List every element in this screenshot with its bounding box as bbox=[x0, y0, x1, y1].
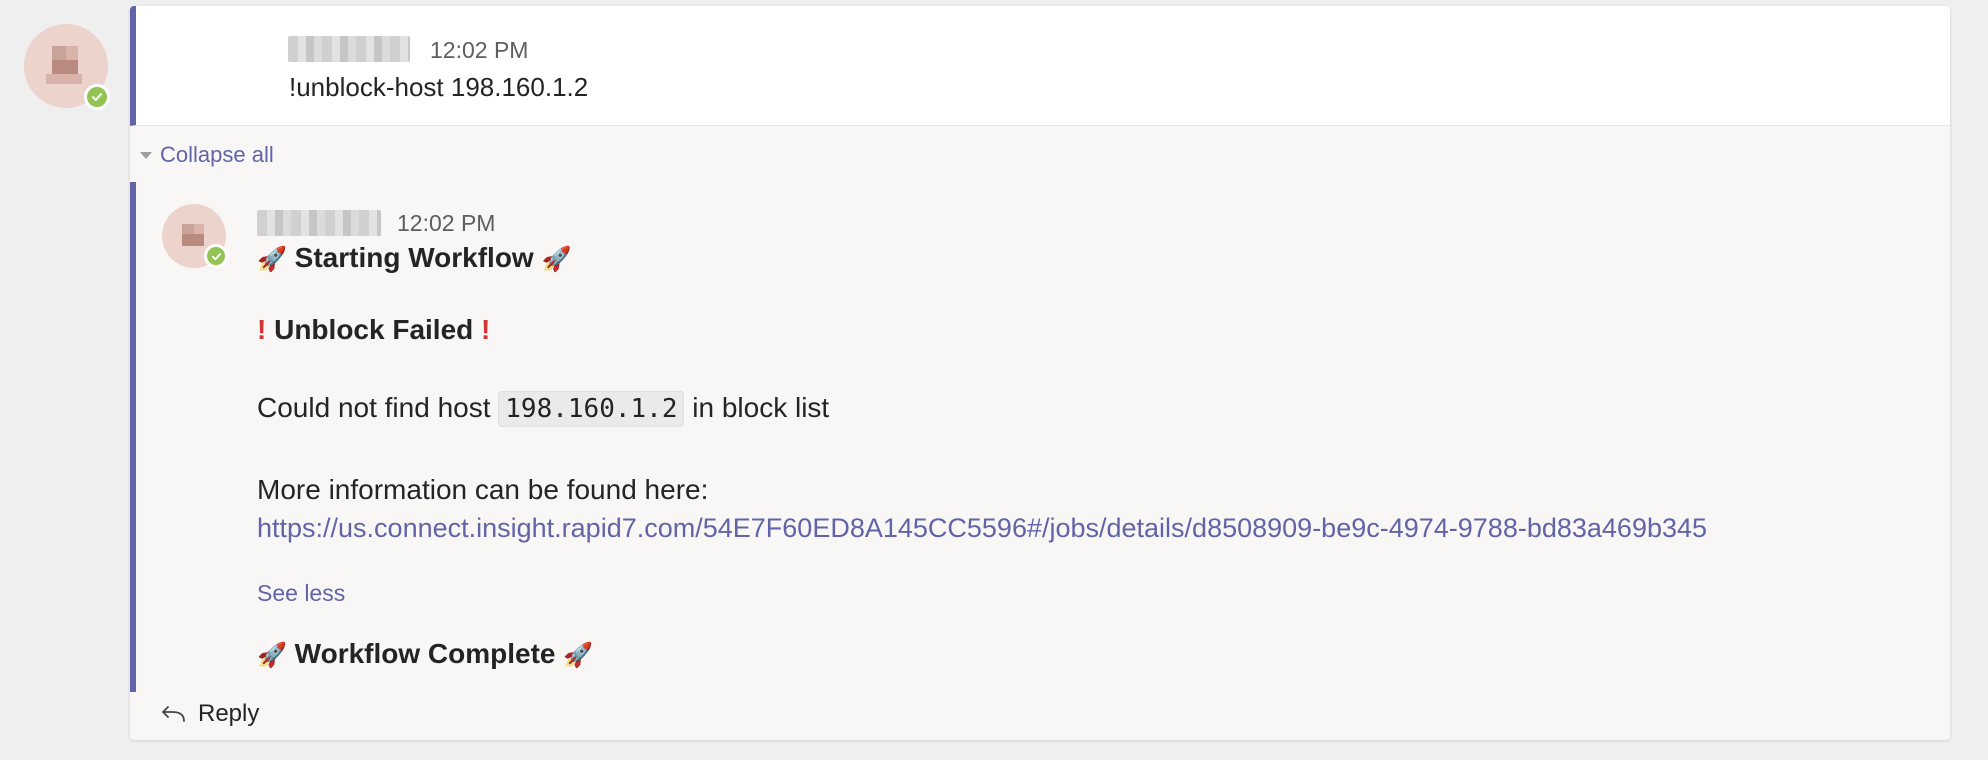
author-name-redacted bbox=[288, 36, 410, 62]
reply-accent-bar bbox=[130, 182, 136, 692]
unblock-failed-text: Unblock Failed bbox=[274, 314, 474, 345]
thread-card: 12:02 PM !unblock-host 198.160.1.2 Colla… bbox=[130, 6, 1950, 740]
avatar-pixel bbox=[182, 234, 204, 246]
reply-arrow-icon bbox=[162, 706, 185, 722]
host-code-value: 198.160.1.2 bbox=[498, 391, 685, 427]
rocket-icon: 🚀 bbox=[257, 245, 287, 273]
see-less-button[interactable]: See less bbox=[257, 580, 345, 606]
more-info-text: More information can be found here: bbox=[257, 474, 709, 505]
message-text: !unblock-host 198.160.1.2 bbox=[289, 72, 589, 102]
collapse-all-label: Collapse all bbox=[160, 142, 274, 167]
starting-workflow-line: 🚀 Starting Workflow 🚀 bbox=[257, 242, 571, 274]
exclamation-icon: ! bbox=[481, 314, 491, 345]
starting-workflow-text: Starting Workflow bbox=[294, 242, 534, 273]
reply-author-name-redacted bbox=[257, 210, 381, 236]
presence-available-icon bbox=[204, 244, 228, 268]
check-icon bbox=[211, 252, 221, 260]
avatar-pixel bbox=[52, 46, 66, 60]
root-message: 12:02 PM !unblock-host 198.160.1.2 bbox=[130, 6, 1950, 126]
rocket-icon: 🚀 bbox=[257, 641, 287, 669]
reply-button[interactable]: Reply bbox=[160, 700, 259, 728]
avatar-pixel bbox=[182, 224, 194, 234]
avatar-pixel bbox=[52, 60, 78, 74]
see-less-line: See less bbox=[257, 576, 345, 608]
collapse-all-button[interactable]: Collapse all bbox=[140, 142, 274, 168]
triangle-down-icon bbox=[140, 151, 152, 159]
job-details-link[interactable]: https://us.connect.insight.rapid7.com/54… bbox=[257, 513, 1707, 543]
workflow-complete-line: 🚀 Workflow Complete 🚀 bbox=[257, 638, 593, 670]
reply-label: Reply bbox=[198, 700, 260, 727]
host-suffix-text: in block list bbox=[692, 392, 830, 423]
avatar-pixel bbox=[46, 74, 82, 84]
avatar-pixel bbox=[66, 46, 78, 60]
workflow-complete-text: Workflow Complete bbox=[294, 638, 556, 669]
job-details-link-line: https://us.connect.insight.rapid7.com/54… bbox=[257, 512, 1707, 544]
rocket-icon: 🚀 bbox=[541, 245, 572, 273]
presence-available-icon bbox=[84, 84, 110, 110]
rocket-icon: 🚀 bbox=[563, 641, 594, 669]
avatar-pixel bbox=[194, 224, 204, 234]
host-prefix-text: Could not find host bbox=[257, 392, 491, 423]
exclamation-icon: ! bbox=[257, 314, 267, 345]
unblock-failed-line: ! Unblock Failed ! bbox=[257, 314, 490, 346]
reply-timestamp: 12:02 PM bbox=[397, 210, 496, 236]
reply-author-avatar[interactable] bbox=[162, 204, 228, 268]
author-avatar[interactable] bbox=[24, 24, 110, 110]
message-timestamp: 12:02 PM bbox=[430, 37, 529, 63]
host-not-found-line: Could not find host 198.160.1.2 in block… bbox=[257, 391, 830, 427]
check-icon bbox=[92, 93, 102, 101]
